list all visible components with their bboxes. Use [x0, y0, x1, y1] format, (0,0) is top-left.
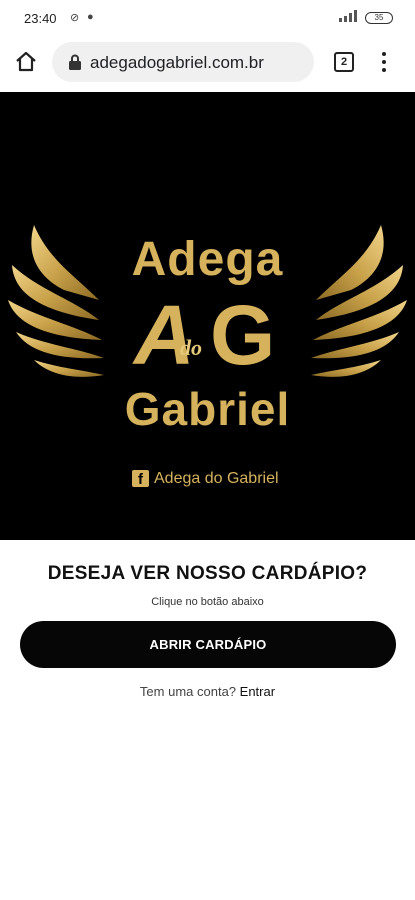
chat-notification-icon: ●	[87, 11, 94, 23]
facebook-icon: f	[132, 470, 149, 488]
brand-name-line2: Gabriel	[124, 383, 291, 435]
monogram-do: do	[180, 335, 202, 360]
battery-icon: 35	[365, 12, 393, 24]
login-prompt-text: Tem uma conta?	[139, 684, 237, 699]
browser-toolbar: adegadogabriel.com.br 2	[0, 36, 415, 88]
lock-icon	[69, 54, 81, 70]
alarm-off-icon: ⊘	[70, 12, 80, 24]
brand-monogram: A G do	[130, 287, 285, 382]
facebook-page-name: Adega do Gabriel	[154, 470, 279, 487]
status-bar: 23:40 ⊘ ● 35	[0, 0, 415, 36]
monogram-g: G	[210, 288, 276, 382]
home-icon[interactable]	[14, 50, 38, 74]
login-prompt: Tem uma conta? Entrar	[0, 684, 415, 699]
signal-icon	[339, 10, 357, 22]
page-subtitle: Clique no botão abaixo	[151, 596, 264, 608]
login-link[interactable]: Entrar	[240, 684, 275, 699]
overflow-menu-icon[interactable]	[377, 50, 391, 74]
status-time: 23:40	[24, 11, 57, 26]
address-bar[interactable]: adegadogabriel.com.br	[52, 42, 314, 82]
tab-switcher-button[interactable]: 2	[334, 52, 354, 72]
url-text: adegadogabriel.com.br	[90, 53, 264, 72]
page-title: DESEJA VER NOSSO CARDÁPIO?	[47, 563, 368, 584]
hero-banner: Adega A G do Gabriel f Adega do Gabriel	[0, 92, 415, 540]
brand-name-line1: Adega	[131, 233, 284, 286]
open-menu-button[interactable]: ABRIR CARDÁPIO	[20, 621, 396, 668]
